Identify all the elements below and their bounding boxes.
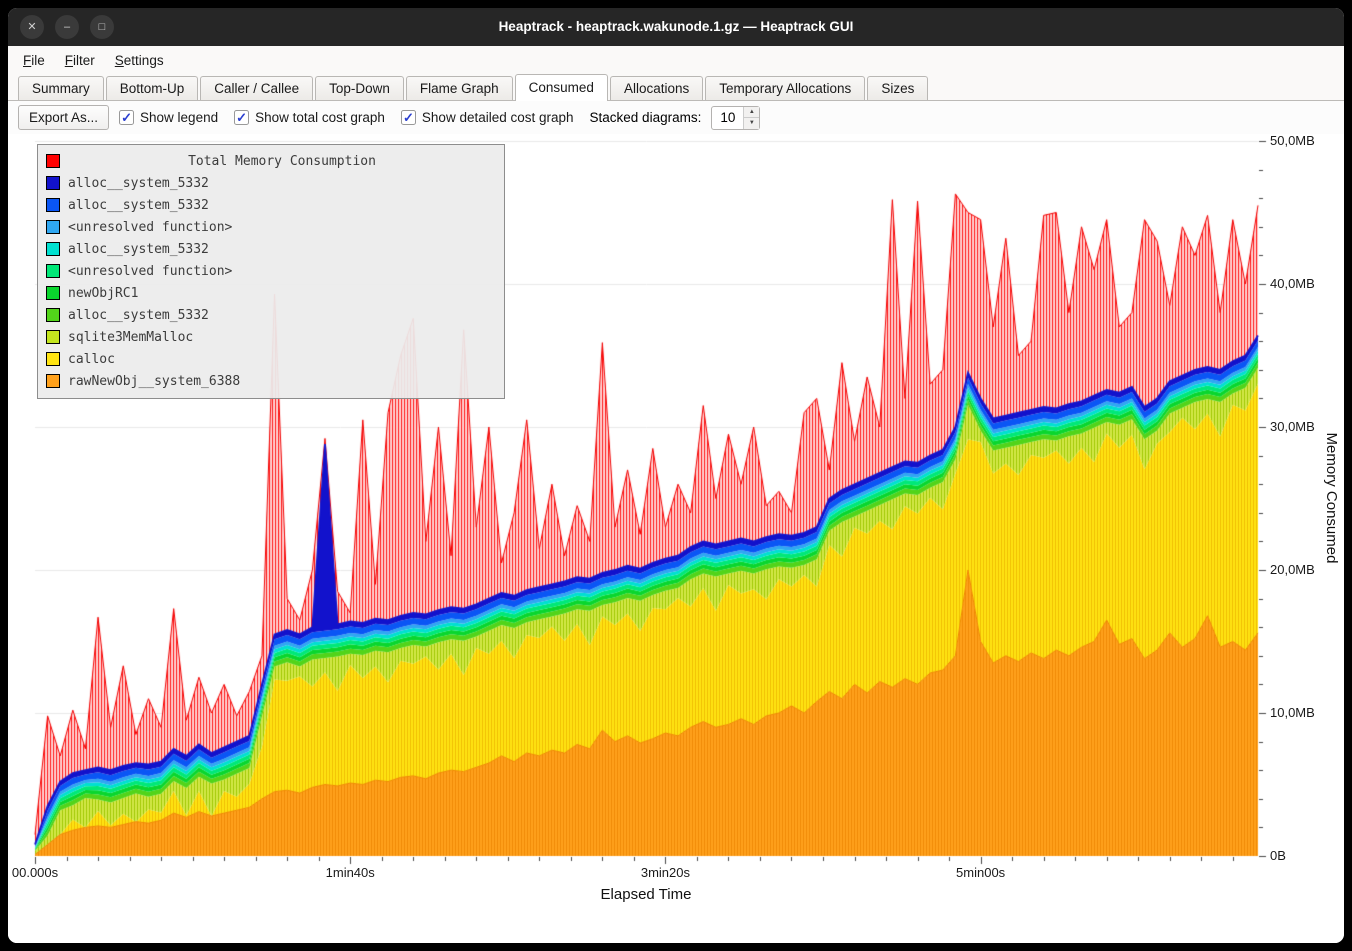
chart-region: Total Memory Consumption alloc__system_5… [8, 134, 1344, 943]
stacked-diagrams-value: 10 [712, 107, 743, 129]
y-axis-tick-label: 30,0MB [1270, 419, 1315, 434]
legend-label: alloc__system_5332 [68, 308, 209, 323]
y-axis-tick-label: 20,0MB [1270, 562, 1315, 577]
legend-swatch [46, 330, 60, 344]
legend-label: alloc__system_5332 [68, 242, 209, 257]
spin-up-button[interactable]: ▲ [744, 107, 759, 118]
legend-swatch [46, 220, 60, 234]
toolbar-checkboxes: ✓ Show legend ✓ Show total cost graph ✓ Show … [119, 110, 574, 125]
legend-swatch [46, 352, 60, 366]
window-maximize-button[interactable]: □ [90, 15, 114, 39]
tab-bar: SummaryBottom-UpCaller / CalleeTop-DownF… [8, 74, 1344, 101]
y-axis-title: Memory Consumed [1323, 433, 1340, 564]
x-axis-tick-label: 1min40s [326, 865, 375, 880]
checkbox-show-detailed-cost-graph[interactable]: ✓ Show detailed cost graph [401, 110, 574, 125]
stacked-diagrams-spinbox[interactable]: 10 ▲ ▼ [711, 106, 760, 130]
export-as-button[interactable]: Export As... [18, 105, 109, 130]
checkbox-show-legend[interactable]: ✓ Show legend [119, 110, 218, 125]
x-axis-tick-label: 5min00s [956, 865, 1005, 880]
legend-item: alloc__system_5332 [46, 304, 496, 326]
checkbox-show-total-cost-graph[interactable]: ✓ Show total cost graph [234, 110, 385, 125]
checkbox-mark-icon: ✓ [401, 110, 416, 125]
menu-filter[interactable]: Filter [56, 50, 104, 71]
tab-temporary-allocations[interactable]: Temporary Allocations [705, 76, 865, 101]
checkbox-label: Show detailed cost graph [422, 110, 574, 125]
legend-label: alloc__system_5332 [68, 176, 209, 191]
legend-swatch [46, 286, 60, 300]
tab-bottom-up[interactable]: Bottom-Up [106, 76, 199, 101]
x-axis-tick-label: 00.000s [12, 865, 58, 880]
legend-item: <unresolved function> [46, 260, 496, 282]
y-axis-tick-label: 10,0MB [1270, 705, 1315, 720]
legend-label: newObjRC1 [68, 286, 138, 301]
legend-swatch [46, 264, 60, 278]
checkbox-mark-icon: ✓ [234, 110, 249, 125]
tab-flame-graph[interactable]: Flame Graph [406, 76, 513, 101]
tab-top-down[interactable]: Top-Down [315, 76, 404, 101]
legend-title-swatch [46, 154, 60, 168]
menu-bar: FileFilterSettings [8, 46, 1344, 74]
tab-allocations[interactable]: Allocations [610, 76, 703, 101]
legend-swatch [46, 374, 60, 388]
y-axis-tick-label: 40,0MB [1270, 276, 1315, 291]
x-axis-tick-label: 3min20s [641, 865, 690, 880]
menu-settings[interactable]: Settings [106, 50, 173, 71]
legend-item: alloc__system_5332 [46, 194, 496, 216]
checkbox-label: Show legend [140, 110, 218, 125]
y-axis-tick-label: 0B [1270, 848, 1286, 863]
legend-swatch [46, 176, 60, 190]
toolbar: Export As... ✓ Show legend ✓ Show total cos… [8, 101, 1344, 134]
legend-item: rawNewObj__system_6388 [46, 370, 496, 392]
legend-label: alloc__system_5332 [68, 198, 209, 213]
legend-item: alloc__system_5332 [46, 238, 496, 260]
legend-label: <unresolved function> [68, 220, 232, 235]
x-axis-title: Elapsed Time [601, 886, 692, 903]
window-minimize-button[interactable]: – [55, 15, 79, 39]
checkbox-label: Show total cost graph [255, 110, 385, 125]
stacked-diagrams-label: Stacked diagrams: [590, 110, 702, 125]
tab-caller-callee[interactable]: Caller / Callee [200, 76, 313, 101]
chart-legend: Total Memory Consumption alloc__system_5… [37, 144, 505, 399]
legend-item: newObjRC1 [46, 282, 496, 304]
legend-label: <unresolved function> [68, 264, 232, 279]
legend-label: calloc [68, 352, 115, 367]
legend-item: alloc__system_5332 [46, 172, 496, 194]
legend-item: sqlite3MemMalloc [46, 326, 496, 348]
checkbox-mark-icon: ✓ [119, 110, 134, 125]
tab-sizes[interactable]: Sizes [867, 76, 928, 101]
legend-swatch [46, 198, 60, 212]
heaptrack-window: ✕ – □ Heaptrack - heaptrack.wakunode.1.g… [8, 8, 1344, 943]
legend-swatch [46, 242, 60, 256]
legend-label: rawNewObj__system_6388 [68, 374, 240, 389]
legend-title-row: Total Memory Consumption [46, 150, 496, 172]
spin-down-button[interactable]: ▼ [744, 117, 759, 129]
window-controls: ✕ – □ [20, 15, 114, 39]
spin-buttons: ▲ ▼ [743, 107, 759, 129]
legend-item: calloc [46, 348, 496, 370]
legend-title: Total Memory Consumption [68, 154, 496, 169]
legend-swatch [46, 308, 60, 322]
menu-file[interactable]: File [14, 50, 54, 71]
tab-summary[interactable]: Summary [18, 76, 104, 101]
window-close-button[interactable]: ✕ [20, 15, 44, 39]
legend-item: <unresolved function> [46, 216, 496, 238]
tab-consumed[interactable]: Consumed [515, 74, 608, 101]
desktop-background: ✕ – □ Heaptrack - heaptrack.wakunode.1.g… [0, 0, 1352, 951]
legend-items: alloc__system_5332 alloc__system_5332 <unr… [46, 172, 496, 392]
y-axis-tick-label: 50,0MB [1270, 134, 1315, 148]
title-bar: ✕ – □ Heaptrack - heaptrack.wakunode.1.g… [8, 8, 1344, 46]
window-title: Heaptrack - heaptrack.wakunode.1.gz — He… [8, 8, 1344, 46]
legend-label: sqlite3MemMalloc [68, 330, 193, 345]
